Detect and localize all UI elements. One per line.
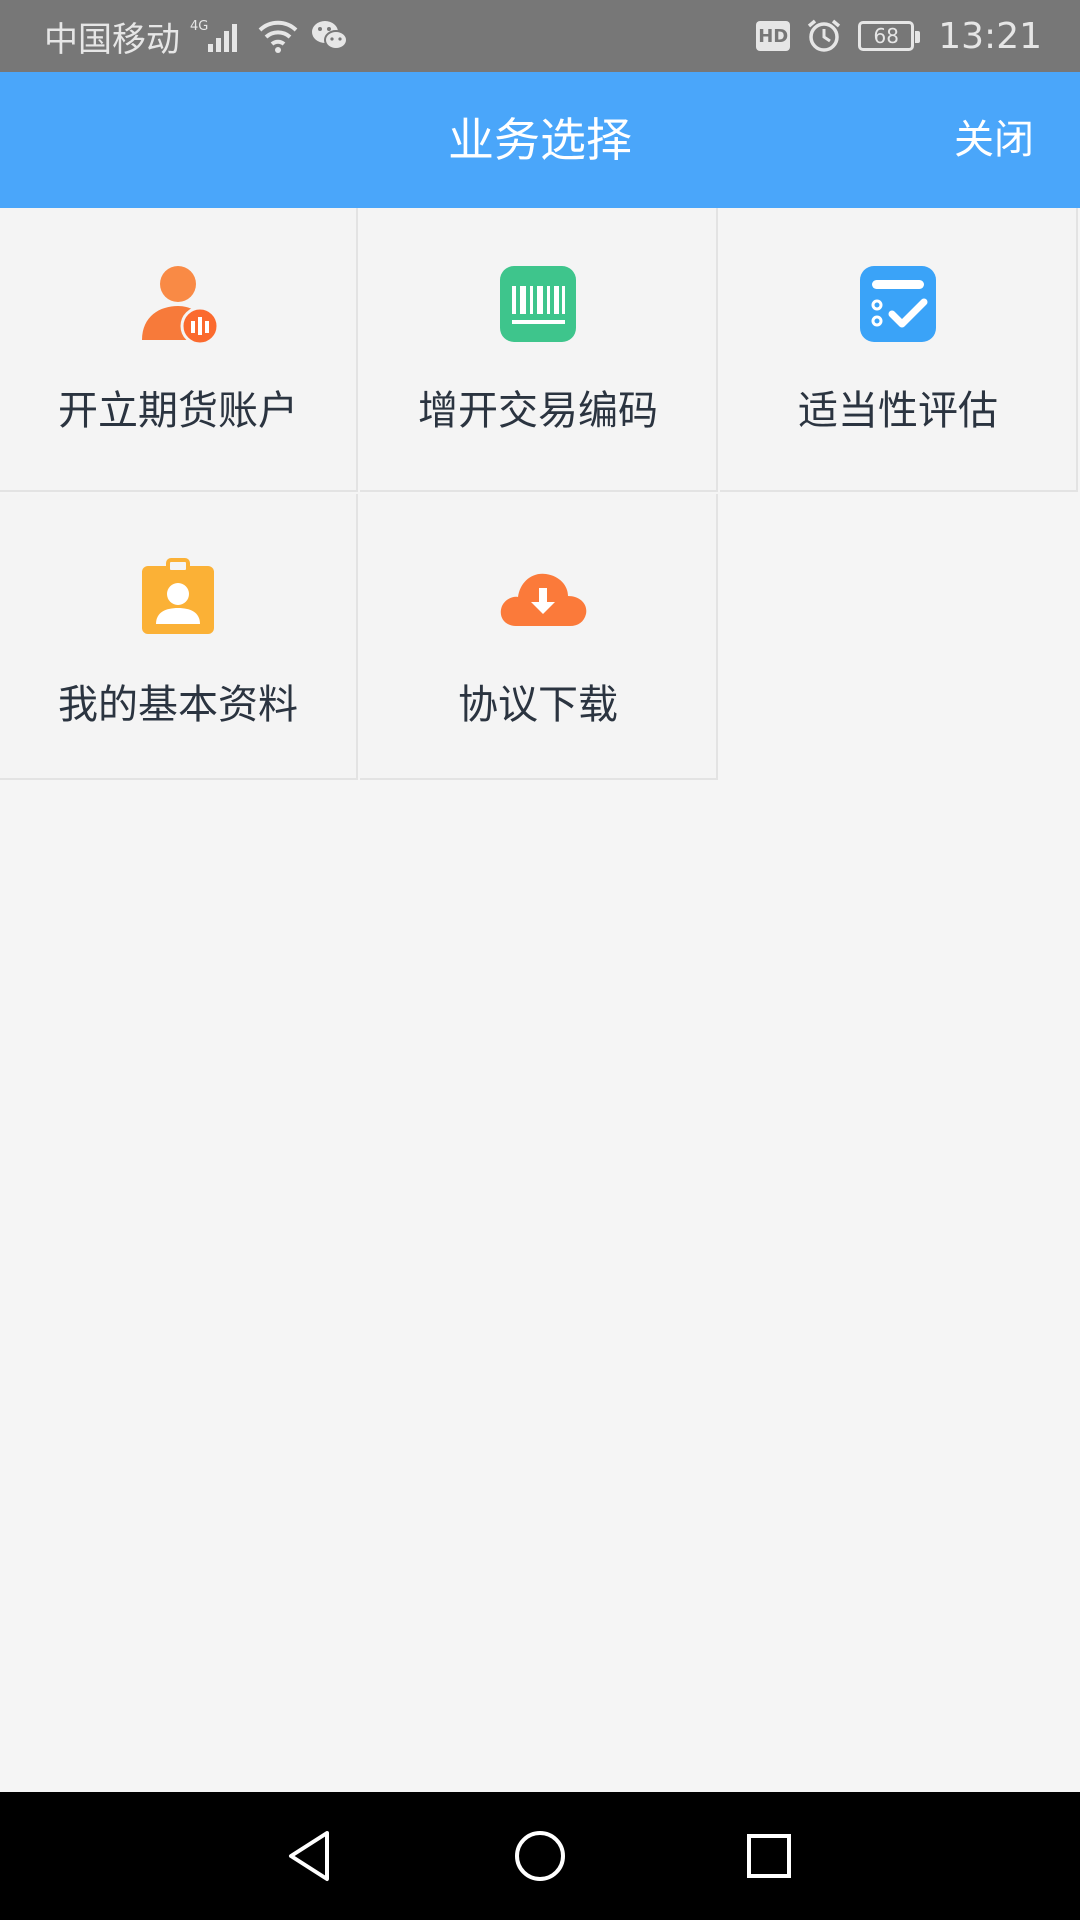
grid-item-label: 我的基本资料 [58, 682, 298, 728]
wifi-icon [256, 16, 300, 56]
grid-item-add-trading-code[interactable]: 增开交易编码 [360, 208, 718, 492]
carrier-name: 中国移动 [44, 19, 180, 60]
status-bar: 中国移动 4G HD 68 13:21 [0, 0, 1080, 72]
clock-time: 13:21 [938, 15, 1042, 57]
alarm-icon [806, 18, 842, 54]
status-bar-right: HD 68 13:21 [756, 0, 1042, 72]
recents-icon[interactable] [729, 1792, 809, 1920]
status-bar-left: 中国移动 4G [44, 0, 350, 72]
grid-item-open-account[interactable]: 开立期货账户 [0, 208, 358, 492]
assessment-icon [858, 264, 938, 344]
back-icon[interactable] [270, 1792, 350, 1920]
hd-icon: HD [756, 21, 791, 51]
page-title: 业务选择 [448, 113, 632, 167]
signal-icon: 4G [190, 16, 246, 56]
grid-item-my-profile[interactable]: 我的基本资料 [0, 494, 358, 780]
home-icon[interactable] [500, 1792, 580, 1920]
grid-empty-cell [720, 494, 1078, 780]
wechat-icon [310, 18, 350, 54]
close-button[interactable]: 关闭 [954, 72, 1034, 208]
profile-card-icon [138, 558, 218, 638]
grid-item-agreement-download[interactable]: 协议下载 [360, 494, 718, 780]
network-type: 4G [190, 19, 208, 34]
grid-item-label: 协议下载 [458, 682, 618, 728]
barcode-icon [498, 264, 578, 344]
grid-item-label: 适当性评估 [798, 388, 998, 434]
cloud-download-icon [498, 558, 587, 638]
app-header: 业务选择 关闭 [0, 72, 1080, 208]
grid-item-label: 增开交易编码 [418, 388, 658, 434]
grid-item-suitability-assessment[interactable]: 适当性评估 [720, 208, 1078, 492]
open-account-icon [138, 264, 220, 346]
system-nav-bar [0, 1792, 1080, 1920]
grid-item-label: 开立期货账户 [58, 388, 298, 434]
battery-icon: 68 [858, 21, 921, 51]
